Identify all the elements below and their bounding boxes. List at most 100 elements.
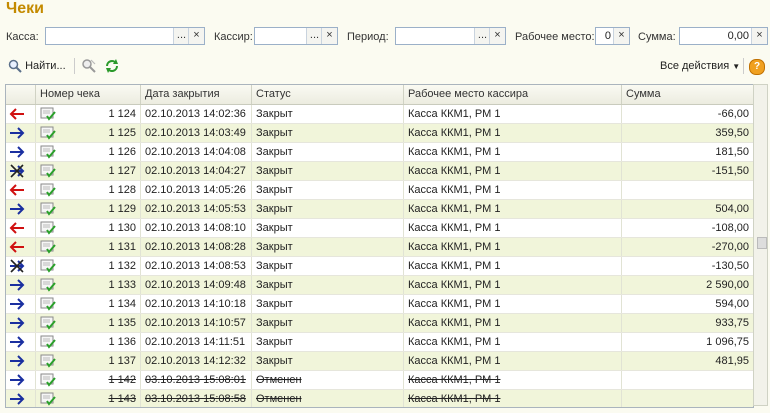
search-icon [8,59,22,73]
kassa-select-button[interactable]: ... [173,28,189,44]
table-row[interactable]: 1 137 02.10.2013 14:12:32 Закрыт Касса ККМ1… [6,352,753,371]
workplace-cell: Касса ККМ1, РМ 1 [404,390,622,407]
workplace-cell: Касса ККМ1, РМ 1 [404,162,622,180]
table-row[interactable]: 1 127 02.10.2013 14:04:27 Закрыт Касса ККМ1… [6,162,753,181]
kassir-field[interactable]: ... × [254,27,338,45]
receipt-number-cell: 1 124 [36,105,141,123]
table-row[interactable]: 1 142 03.10.2013 15:08:01 Отменен Касса ККМ… [6,371,753,390]
close-date-cell: 02.10.2013 14:05:26 [141,181,252,199]
cancel-search-icon [82,59,96,73]
table-row[interactable]: 1 133 02.10.2013 14:09:48 Закрыт Касса ККМ1… [6,276,753,295]
table-row[interactable]: 1 130 02.10.2013 14:08:10 Закрыт Касса ККМ1… [6,219,753,238]
column-header-icon[interactable] [6,85,36,104]
kassa-field[interactable]: ... × [45,27,205,45]
column-header-number[interactable]: Номер чека [36,85,141,104]
table-row[interactable]: 1 131 02.10.2013 14:08:28 Закрыт Касса ККМ1… [6,238,753,257]
status-cell: Закрыт [252,257,404,275]
receipt-doc-icon [40,373,56,387]
sum-cell [622,390,753,407]
arrow-right-icon [10,127,25,139]
close-date-cell: 02.10.2013 14:11:51 [141,333,252,351]
workplace-cell: Касса ККМ1, РМ 1 [404,257,622,275]
receipt-number-cell: 1 129 [36,200,141,218]
close-date-cell: 03.10.2013 15:08:58 [141,390,252,407]
row-icon-cell [6,257,36,275]
receipt-number-cell: 1 137 [36,352,141,370]
kassa-clear-button[interactable]: × [188,28,204,44]
period-select-button[interactable]: ... [474,28,490,44]
row-icon-cell [6,295,36,313]
table-row[interactable]: 1 128 02.10.2013 14:05:26 Закрыт Касса ККМ1… [6,181,753,200]
vertical-scrollbar[interactable] [753,84,768,406]
status-cell: Закрыт [252,124,404,142]
help-button[interactable]: ? [749,57,765,75]
receipt-doc-icon [40,316,56,330]
close-date-cell: 02.10.2013 14:09:48 [141,276,252,294]
close-date-cell: 02.10.2013 14:12:32 [141,352,252,370]
table-row[interactable]: 1 136 02.10.2013 14:11:51 Закрыт Касса ККМ1… [6,333,753,352]
status-cell: Отменен [252,390,404,407]
receipt-number: 1 126 [108,146,136,158]
receipt-doc-icon [40,107,56,121]
table-row[interactable]: 1 124 02.10.2013 14:02:36 Закрыт Касса ККМ1… [6,105,753,124]
row-icon-cell [6,162,36,180]
table-row[interactable]: 1 129 02.10.2013 14:05:53 Закрыт Касса ККМ1… [6,200,753,219]
row-icon-cell [6,105,36,123]
receipt-doc-icon [40,278,56,292]
receipt-number-cell: 1 126 [36,143,141,161]
all-actions-menu[interactable]: Все действия ▼ [660,57,740,75]
receipt-number-cell: 1 143 [36,390,141,407]
workplace-value: 0 [604,30,611,42]
toolbar: Найти... Все действия ▼ ? [0,55,770,77]
receipt-number: 1 129 [108,203,136,215]
table-row[interactable]: 1 132 02.10.2013 14:08:53 Закрыт Касса ККМ1… [6,257,753,276]
workplace-cell: Касса ККМ1, РМ 1 [404,238,622,256]
period-clear-button[interactable]: × [489,28,505,44]
table-row[interactable]: 1 134 02.10.2013 14:10:18 Закрыт Касса ККМ1… [6,295,753,314]
arrow-right-icon [10,279,25,291]
kassir-select-button[interactable]: ... [306,28,322,44]
workplace-cell: Касса ККМ1, РМ 1 [404,105,622,123]
receipt-number: 1 132 [108,260,136,272]
cancel-search-button[interactable] [81,57,97,75]
column-header-status[interactable]: Статус [252,85,404,104]
table-row[interactable]: 1 143 03.10.2013 15:08:58 Отменен Касса ККМ… [6,390,753,407]
arrow-right-icon [10,355,25,367]
workplace-field[interactable]: 0 × [595,27,630,45]
scrollbar-thumb[interactable] [757,237,767,249]
table-row[interactable]: 1 125 02.10.2013 14:03:49 Закрыт Касса ККМ1… [6,124,753,143]
arrow-right-icon [10,393,25,405]
receipt-number-cell: 1 130 [36,219,141,237]
close-date-cell: 02.10.2013 14:03:49 [141,124,252,142]
column-header-date[interactable]: Дата закрытия [141,85,252,104]
status-cell: Закрыт [252,200,404,218]
refresh-icon [106,59,118,74]
workplace-cell: Касса ККМ1, РМ 1 [404,200,622,218]
workplace-cell: Касса ККМ1, РМ 1 [404,219,622,237]
receipt-doc-icon [40,183,56,197]
row-icon-cell [6,238,36,256]
refresh-button[interactable] [104,57,120,75]
receipt-number-cell: 1 127 [36,162,141,180]
toolbar-separator [74,58,75,74]
period-field[interactable]: ... × [395,27,506,45]
receipt-doc-icon [40,240,56,254]
workplace-cell: Касса ККМ1, РМ 1 [404,143,622,161]
cancelled-arrow-icon [10,164,25,178]
workplace-clear-button[interactable]: × [613,28,629,44]
receipts-table[interactable]: Номер чека Дата закрытия Статус Рабочее … [5,84,754,408]
sum-label: Сумма: [638,31,676,43]
find-button[interactable]: Найти... [8,57,66,75]
table-row[interactable]: 1 126 02.10.2013 14:04:08 Закрыт Касса ККМ1… [6,143,753,162]
column-header-sum[interactable]: Сумма [622,85,753,104]
close-date-cell: 02.10.2013 14:04:27 [141,162,252,180]
row-icon-cell [6,352,36,370]
status-cell: Закрыт [252,162,404,180]
column-header-workplace[interactable]: Рабочее место кассира [404,85,622,104]
kassir-clear-button[interactable]: × [321,28,337,44]
table-row[interactable]: 1 135 02.10.2013 14:10:57 Закрыт Касса ККМ1… [6,314,753,333]
sum-field[interactable]: 0,00 × [679,27,768,45]
sum-clear-button[interactable]: × [751,28,767,44]
receipt-doc-icon [40,392,56,406]
receipt-number-cell: 1 132 [36,257,141,275]
